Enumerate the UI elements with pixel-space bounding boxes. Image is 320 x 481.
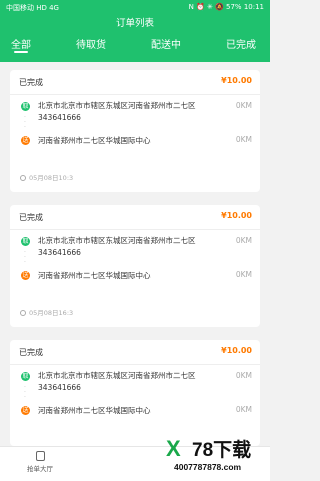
- order-price: ¥10.00: [221, 346, 252, 355]
- pickup-address: 北京市北京市市辖区东城区河南省郑州市二七区343641666: [38, 101, 196, 122]
- watermark-url: 4007787878.com: [174, 462, 242, 472]
- status-indicators: N ⏰ ✳ 🔕 57%: [188, 3, 242, 11]
- status-right: N ⏰ ✳ 🔕 57% 10:11: [189, 3, 264, 11]
- watermark-brand: 78下载: [192, 440, 252, 461]
- nav-order-hall-label: 抢单大厅: [27, 465, 53, 473]
- divider: [10, 94, 260, 95]
- order-time-row: 05月08日10:3: [20, 172, 73, 182]
- delivery-distance: 0KM: [235, 405, 252, 414]
- delivery-address: 河南省郑州市二七区华城国际中心: [38, 136, 151, 145]
- app-header: 中国移动 HD 4G N ⏰ ✳ 🔕 57% 10:11 订单列表 全部 待取货…: [0, 0, 270, 62]
- page-title: 订单列表: [115, 18, 154, 29]
- order-status: 已完成: [19, 78, 43, 87]
- order-time-row: 05月08日16:3: [20, 307, 73, 317]
- pickup-badge: 取: [21, 102, 30, 111]
- pickup-address: 北京市北京市市辖区东城区河南省郑州市二七区343641666: [38, 236, 196, 257]
- divider: [10, 364, 260, 365]
- order-status: 已完成: [19, 348, 43, 357]
- route-dots: · · ·: [24, 384, 26, 401]
- delivery-distance: 0KM: [235, 135, 252, 144]
- clock-icon: [20, 310, 26, 316]
- order-card[interactable]: 已完成 ¥10.00 取 · · · 送 北京市北京市市辖区东城区河南省郑州市二七区…: [10, 70, 260, 192]
- delivery-badge: 送: [21, 406, 30, 415]
- order-tabs: 全部 待取货 配送中 已完成: [0, 36, 270, 53]
- clipboard-icon: [35, 451, 45, 461]
- clock-time: 10:11: [243, 3, 264, 11]
- delivery-address: 河南省郑州市二七区华城国际中心: [38, 271, 151, 280]
- route-dots: · · ·: [24, 249, 26, 266]
- pickup-distance: 0KM: [235, 371, 252, 380]
- order-card[interactable]: 已完成 ¥10.00 取 · · · 送 北京市北京市市辖区东城区河南省郑州市二七区…: [10, 205, 260, 327]
- watermark-logo: X: [166, 436, 181, 461]
- pickup-address: 北京市北京市市辖区东城区河南省郑州市二七区343641666: [38, 371, 196, 392]
- status-bar: 中国移动 HD 4G N ⏰ ✳ 🔕 57% 10:11: [0, 0, 270, 14]
- order-card[interactable]: 已完成 ¥10.00 取 · · · 送 北京市北京市市辖区东城区河南省郑州市二七区…: [10, 340, 260, 446]
- order-price: ¥10.00: [221, 211, 252, 220]
- delivery-address: 河南省郑州市二七区华城国际中心: [38, 406, 151, 415]
- carrier-info: 中国移动 HD 4G: [6, 4, 59, 12]
- delivery-badge: 送: [21, 136, 30, 145]
- order-time: 05月08日10:3: [29, 174, 74, 182]
- tab-completed[interactable]: 已完成: [226, 36, 256, 51]
- order-status: 已完成: [19, 213, 43, 222]
- pickup-badge: 取: [21, 237, 30, 246]
- pickup-badge: 取: [21, 372, 30, 381]
- route-dots: · · ·: [24, 114, 26, 131]
- clock-icon: [20, 175, 26, 181]
- watermark: X 78下载 4007787878.com: [160, 432, 270, 480]
- delivery-distance: 0KM: [235, 270, 252, 279]
- divider: [10, 229, 260, 230]
- tab-all[interactable]: 全部: [11, 36, 31, 53]
- order-time: 05月08日16:3: [29, 309, 74, 317]
- delivery-badge: 送: [21, 271, 30, 280]
- tab-awaiting-pickup[interactable]: 待取货: [76, 36, 106, 51]
- pickup-distance: 0KM: [235, 101, 252, 110]
- nav-order-hall[interactable]: 抢单大厅: [20, 451, 60, 473]
- pickup-distance: 0KM: [235, 236, 252, 245]
- tab-delivering[interactable]: 配送中: [151, 36, 181, 51]
- order-price: ¥10.00: [221, 76, 252, 85]
